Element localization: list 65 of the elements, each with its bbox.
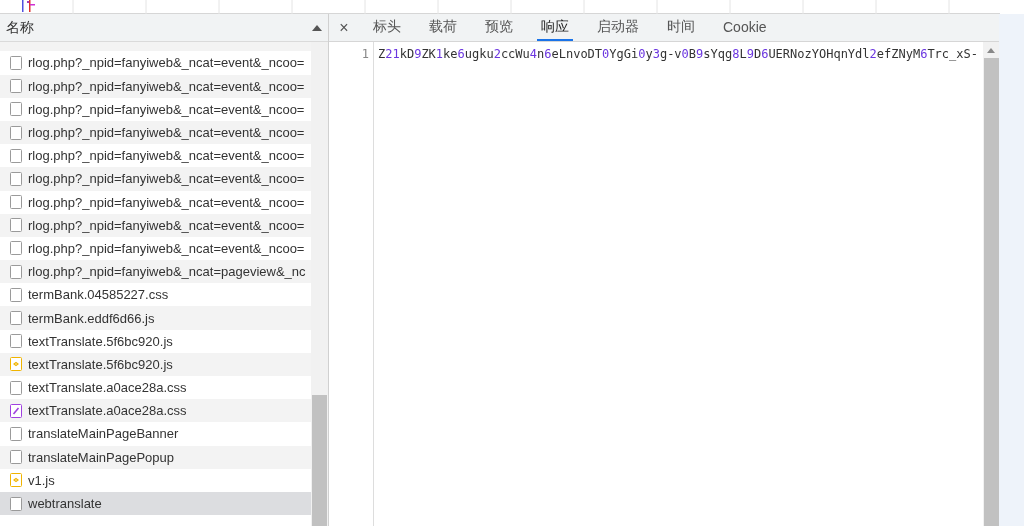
request-name: termBank.eddf6d66.js: [28, 310, 155, 326]
scrollbar-thumb[interactable]: [312, 395, 327, 526]
sort-ascending-icon[interactable]: [312, 24, 322, 31]
document-icon: [10, 311, 22, 326]
request-name: textTranslate.a0ace28a.css: [28, 380, 187, 396]
request-name: termBank.04585227.css: [28, 287, 169, 303]
tab[interactable]: Cookie: [719, 14, 771, 41]
request-name: translateMainPageBanner: [28, 426, 179, 442]
close-button[interactable]: ×: [329, 14, 359, 41]
document-icon: [10, 79, 22, 94]
line-number: 1: [360, 46, 369, 62]
request-name: rlog.php?_npid=fanyiweb&_ncat=event&_ncoo=: [28, 194, 305, 210]
request-row[interactable]: rlog.php?_npid=fanyiweb&_ncat=pageview&_nc: [0, 260, 311, 284]
scrollbar[interactable]: [311, 42, 328, 526]
tab[interactable]: 启动器: [593, 14, 643, 41]
request-name: rlog.php?_npid=fanyiweb&_ncat=event&_ncoo=: [28, 125, 305, 141]
request-row[interactable]: termBank.eddf6d66.js: [0, 306, 311, 330]
request-name: v1.js: [28, 472, 55, 488]
document-icon: [10, 171, 22, 186]
tab[interactable]: 预览: [481, 14, 517, 41]
name-column-header[interactable]: 名称: [6, 18, 34, 37]
document-icon: [10, 334, 22, 349]
document-icon: [10, 56, 22, 70]
tab[interactable]: 标头: [369, 14, 405, 41]
tab[interactable]: 响应: [537, 14, 573, 41]
document-icon: [10, 264, 22, 279]
request-row[interactable]: rlog.php?_npid=fanyiweb&_ncat=event&_ncoo=: [0, 74, 311, 98]
request-row[interactable]: rlog.php?_npid=fanyiweb&_ncat=event&_ncoo=: [0, 120, 311, 145]
scroll-up-icon[interactable]: [987, 48, 995, 53]
request-name: textTranslate.a0ace28a.css: [28, 403, 187, 419]
request-name: rlog.php?_npid=fanyiweb&_ncat=event&_ncoo=: [28, 241, 305, 256]
stylesheet-icon: [10, 403, 22, 418]
document-icon: [10, 287, 22, 302]
request-name: rlog.php?_npid=fanyiweb&_ncat=event&_ncoo=: [28, 171, 305, 187]
document-icon: [10, 450, 22, 465]
document-icon: [10, 241, 22, 256]
document-icon: [10, 195, 22, 210]
request-name: rlog.php?_npid=fanyiweb&_ncat=pageview&_nc: [28, 264, 306, 280]
document-icon: [10, 218, 22, 233]
request-name: translateMainPagePopup: [28, 449, 174, 465]
request-row[interactable]: translateMainPagePopup: [0, 445, 311, 469]
document-icon: [10, 102, 22, 117]
request-name: rlog.php?_npid=fanyiweb&_ncat=event&_ncoo=: [28, 78, 305, 94]
document-icon: [10, 125, 22, 140]
request-name: webtranslate: [28, 496, 102, 512]
document-icon: [10, 427, 22, 441]
request-name: textTranslate.5f6bc920.js: [28, 356, 173, 372]
request-name: rlog.php?_npid=fanyiweb&_ncat=event&_ncoo=: [28, 217, 305, 233]
document-icon: [10, 496, 22, 511]
request-row[interactable]: rlog.php?_npid=fanyiweb&_ncat=event&_ncoo=: [0, 167, 311, 191]
script-icon: [10, 357, 22, 372]
request-row[interactable]: webtranslate: [0, 491, 311, 516]
request-name: rlog.php?_npid=fanyiweb&_ncat=event&_ncoo=: [28, 148, 305, 164]
tab[interactable]: 载荷: [425, 14, 461, 41]
request-name: rlog.php?_npid=fanyiweb&_ncat=event&_ncoo=: [28, 55, 305, 71]
request-row[interactable]: textTranslate.5f6bc920.js: [0, 352, 311, 376]
code-line: Z21kD9ZK1ke6ugku2ccWu4n6eLnvoDT0YgGi0y3g-v0B9sYqg8L9D6UERNozYOHqnYdl2efZNyM6Trc_xS-: [378, 46, 978, 62]
document-icon: [10, 148, 22, 163]
request-row[interactable]: rlog.php?_npid=fanyiweb&_ncat=event&_ncoo=: [0, 213, 311, 237]
script-icon: [10, 473, 22, 488]
request-row[interactable]: textTranslate.a0ace28a.css: [0, 399, 311, 423]
request-name: rlog.php?_npid=fanyiweb&_ncat=event&_ncoo=: [28, 101, 305, 117]
tab[interactable]: 时间: [663, 14, 699, 41]
document-icon: [10, 380, 22, 395]
request-name: textTranslate.5f6bc920.js: [28, 333, 173, 349]
